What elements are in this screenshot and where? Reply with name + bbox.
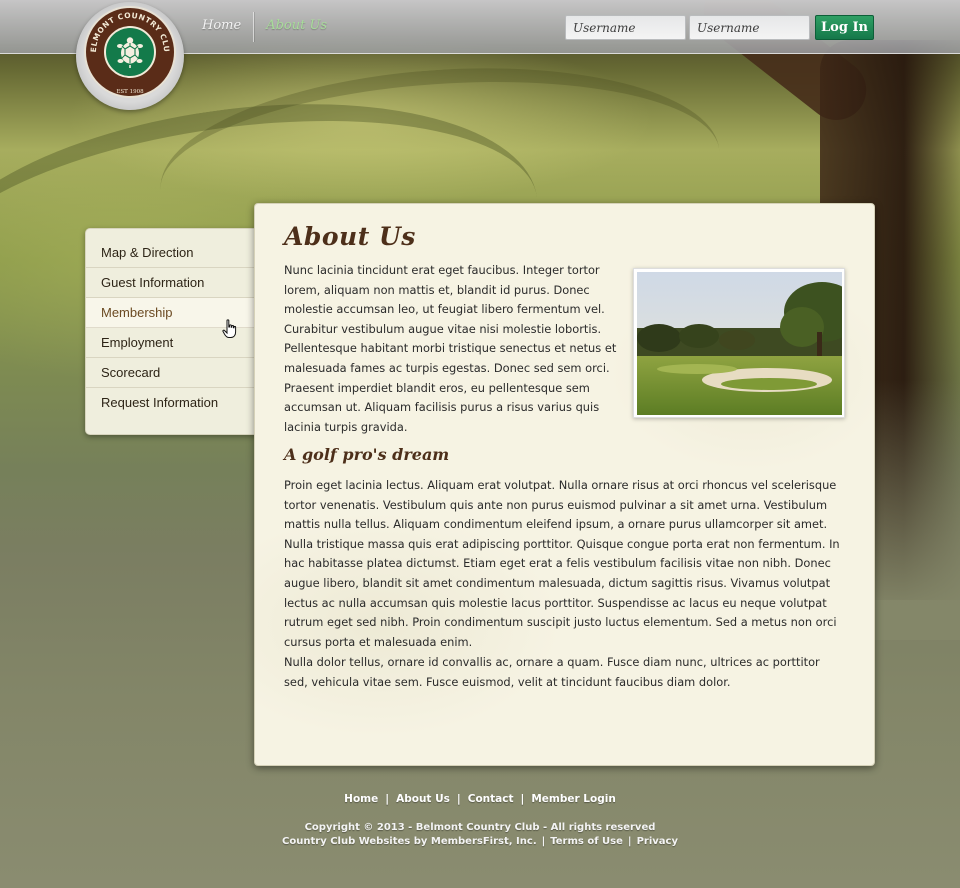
login-form: Log In: [565, 15, 874, 40]
hand-cursor-icon: [222, 319, 237, 338]
footer-separator: |: [541, 836, 546, 847]
footer-separator: |: [627, 836, 632, 847]
golf-course-image: [637, 272, 842, 415]
sidemenu-item-guest-information[interactable]: Guest Information: [86, 268, 256, 298]
logo-emblem: [104, 26, 156, 78]
body-paragraph-2: Nulla dolor tellus, ornare id convallis …: [284, 655, 820, 689]
footer-link-contact[interactable]: Contact: [468, 793, 514, 805]
terms-link[interactable]: Terms of Use: [550, 836, 623, 847]
footer-links: Home | About Us | Contact | Member Login: [0, 793, 960, 805]
footer-credit-line: Country Club Websites by MembersFirst, I…: [0, 835, 960, 849]
section-subheading: A golf pro's dream: [284, 445, 450, 464]
password-input[interactable]: [689, 15, 810, 40]
golf-course-photo: [633, 268, 845, 418]
sidemenu-item-map-direction[interactable]: Map & Direction: [86, 238, 256, 268]
footer-link-about-us[interactable]: About Us: [396, 793, 450, 805]
username-input[interactable]: [565, 15, 686, 40]
logo-est: EST 1908: [116, 89, 144, 95]
footer-link-member-login[interactable]: Member Login: [531, 793, 615, 805]
intro-paragraph: Nunc lacinia tincidunt erat eget faucibu…: [284, 263, 617, 434]
nav-about-us[interactable]: About Us: [254, 12, 339, 42]
sidemenu-item-request-information[interactable]: Request Information: [86, 388, 256, 418]
login-button[interactable]: Log In: [815, 15, 874, 40]
nav-home[interactable]: Home: [190, 12, 253, 42]
sidemenu-item-scorecard[interactable]: Scorecard: [86, 358, 256, 388]
footer-link-home[interactable]: Home: [344, 793, 378, 805]
main-nav: Home About Us: [190, 12, 339, 42]
page-title: About Us: [284, 222, 416, 251]
credit-link[interactable]: Country Club Websites by MembersFirst, I…: [282, 836, 537, 847]
footer-copyright: Copyright © 2013 - Belmont Country Club …: [0, 821, 960, 849]
copyright-text: Copyright © 2013 - Belmont Country Club …: [304, 822, 656, 833]
footer-separator: |: [456, 793, 461, 805]
turtle-icon: [117, 37, 143, 68]
footer-separator: |: [520, 793, 525, 805]
footer-separator: |: [385, 793, 390, 805]
body-paragraph-1: Proin eget lacinia lectus. Aliquam erat …: [284, 478, 840, 649]
privacy-link[interactable]: Privacy: [637, 836, 678, 847]
